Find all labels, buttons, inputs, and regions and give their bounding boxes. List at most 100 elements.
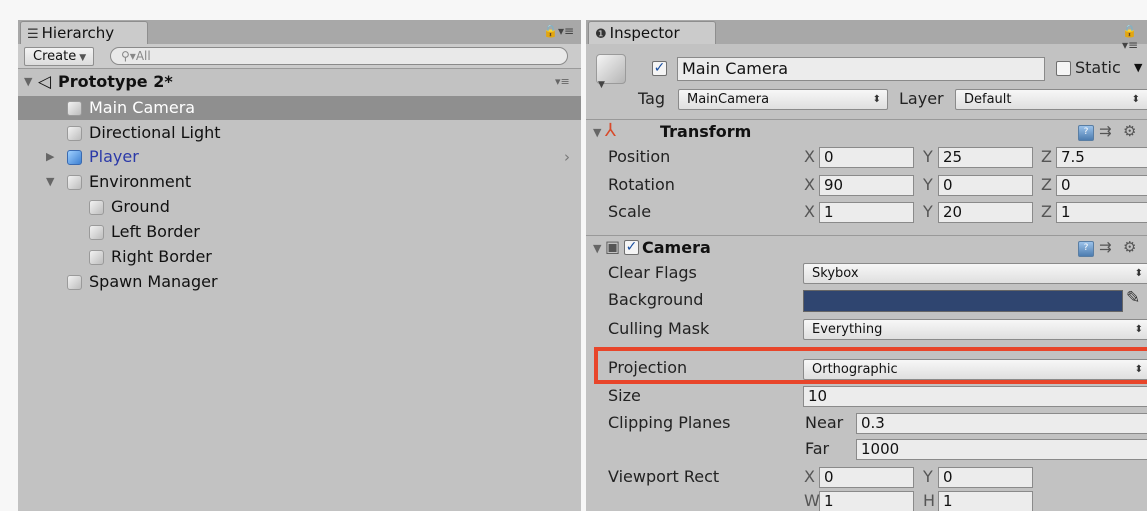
hierarchy-item-main-camera[interactable]: Main Camera [18,96,581,120]
hierarchy-item-ground[interactable]: Ground [18,195,581,219]
x-axis-label: X [804,147,815,166]
camera-component-header[interactable]: ▼ ▣ ✓ Camera ? ⇉ ⚙ [586,235,1147,260]
layer-dropdown[interactable]: Default ⬍ [955,89,1147,110]
projection-highlight-box [594,347,1147,384]
clipping-planes-label: Clipping Planes [608,413,731,432]
hierarchy-item-environment[interactable]: ▼ Environment [18,170,581,194]
viewport-w-field[interactable]: 1 [819,491,914,511]
viewport-y-field[interactable]: 0 [938,467,1033,488]
culling-mask-dropdown[interactable]: Everything ⬍ [803,319,1147,340]
transform-component-header[interactable]: ▼ ⅄ Transform ? ⇉ ⚙ [586,119,1147,144]
position-y-field[interactable]: 25 [938,147,1033,168]
tag-dropdown[interactable]: MainCamera ⬍ [678,89,888,110]
rotation-z-field[interactable]: 0 [1056,175,1147,196]
rotation-x-field[interactable]: 90 [819,175,914,196]
inspector-panel: ❶ Inspector 🔒▾≡ ▼ ✓ Main Camera Static ▼ … [586,20,1147,511]
active-checkbox[interactable]: ✓ [652,61,667,76]
scene-name: Prototype 2* [58,72,173,91]
scale-z-field[interactable]: 1 [1056,202,1147,223]
gameobject-cube-icon [89,200,104,215]
dropdown-spinner-icon: ⬍ [1134,268,1143,279]
hierarchy-item-label: Player [89,147,139,166]
hierarchy-item-label: Left Border [111,222,200,241]
tab-inspector[interactable]: ❶ Inspector [588,21,716,44]
scene-row[interactable]: ▼ ◁ Prototype 2* ▾≡ [18,70,581,94]
x-axis-label: X [804,467,815,486]
transform-axes-icon: ⅄ [605,120,616,141]
hierarchy-search-input[interactable]: ⚲▾All [110,47,568,65]
position-z-field[interactable]: 7.5 [1056,147,1147,168]
search-placeholder: All [135,49,151,63]
rotation-label: Rotation [608,175,675,194]
gameobject-cube-icon [67,126,82,141]
preset-sliders-icon[interactable]: ⇉ [1099,238,1112,256]
expand-arrow-icon[interactable]: ▼ [24,70,32,94]
expand-arrow-icon[interactable]: ▶ [46,145,54,169]
near-label: Near [805,413,844,432]
camera-enabled-checkbox[interactable]: ✓ [624,240,639,255]
scene-menu-icon[interactable]: ▾≡ [555,70,570,94]
tab-hierarchy[interactable]: ☰ Hierarchy [20,21,148,44]
gameobject-cube-icon [67,101,82,116]
background-label: Background [608,290,704,309]
eyedropper-icon[interactable]: ✎ [1126,288,1140,308]
object-name-field[interactable]: Main Camera [677,57,1045,81]
clear-flags-value: Skybox [812,266,859,281]
tag-dropdown-value: MainCamera [687,92,770,107]
scale-x-field[interactable]: 1 [819,202,914,223]
scale-y-field[interactable]: 20 [938,202,1033,223]
panel-lock-menu-icon[interactable]: 🔒▾≡ [543,24,574,38]
panel-lock-menu-icon[interactable]: 🔒▾≡ [1122,24,1147,52]
expand-arrow-icon[interactable]: ▼ [46,170,54,194]
size-field[interactable]: 10 [803,386,1147,407]
hierarchy-item-directional-light[interactable]: Directional Light [18,121,581,145]
culling-mask-label: Culling Mask [608,319,710,338]
viewport-x-field[interactable]: 0 [819,467,914,488]
gameobject-cube-icon [67,175,82,190]
clear-flags-dropdown[interactable]: Skybox ⬍ [803,263,1147,284]
static-dropdown-arrow-icon[interactable]: ▼ [1134,61,1142,74]
help-book-icon[interactable]: ? [1078,241,1094,257]
x-axis-label: X [804,202,815,221]
position-x-field[interactable]: 0 [819,147,914,168]
hierarchy-item-label: Main Camera [89,98,196,117]
hierarchy-panel: ☰ Hierarchy 🔒▾≡ Create ▼ ⚲▾All ▼ ◁ Prototy… [18,20,581,511]
background-color-swatch[interactable] [803,290,1123,312]
hierarchy-item-right-border[interactable]: Right Border [18,245,581,269]
hierarchy-item-left-border[interactable]: Left Border [18,220,581,244]
gear-icon[interactable]: ⚙ [1123,122,1136,140]
hierarchy-item-label: Directional Light [89,123,221,142]
hierarchy-tab-strip: ☰ Hierarchy 🔒▾≡ [18,20,581,44]
w-axis-label: W [804,491,820,510]
dropdown-spinner-icon: ⬍ [872,94,881,105]
preset-sliders-icon[interactable]: ⇉ [1099,122,1112,140]
gear-icon[interactable]: ⚙ [1123,238,1136,256]
layer-dropdown-value: Default [964,92,1012,107]
hierarchy-item-spawn-manager[interactable]: Spawn Manager [18,270,581,294]
info-icon: ❶ [595,27,607,42]
static-label: Static [1075,58,1121,77]
z-axis-label: Z [1041,147,1052,166]
dropdown-arrow-icon: ▼ [79,53,87,63]
clear-flags-label: Clear Flags [608,263,697,282]
icon-picker-arrow-icon[interactable]: ▼ [598,80,605,90]
hierarchy-item-label: Environment [89,172,192,191]
help-book-icon[interactable]: ? [1078,125,1094,141]
near-clip-field[interactable]: 0.3 [856,413,1147,434]
camera-icon: ▣ [605,237,621,256]
rotation-y-field[interactable]: 0 [938,175,1033,196]
z-axis-label: Z [1041,175,1052,194]
expand-arrow-icon[interactable]: ▼ [593,242,601,255]
far-clip-field[interactable]: 1000 [856,439,1147,460]
tag-label: Tag [638,89,666,108]
chevron-right-icon[interactable]: › [564,145,570,169]
viewport-rect-label: Viewport Rect [608,467,720,486]
static-checkbox[interactable] [1056,61,1071,76]
tab-hierarchy-label: Hierarchy [41,24,115,42]
size-label: Size [608,386,641,405]
expand-arrow-icon[interactable]: ▼ [593,126,601,139]
hierarchy-item-player[interactable]: ▶ Player › [18,145,581,169]
create-button[interactable]: Create ▼ [24,47,94,66]
gameobject-cube-icon [89,225,104,240]
viewport-h-field[interactable]: 1 [938,491,1033,511]
